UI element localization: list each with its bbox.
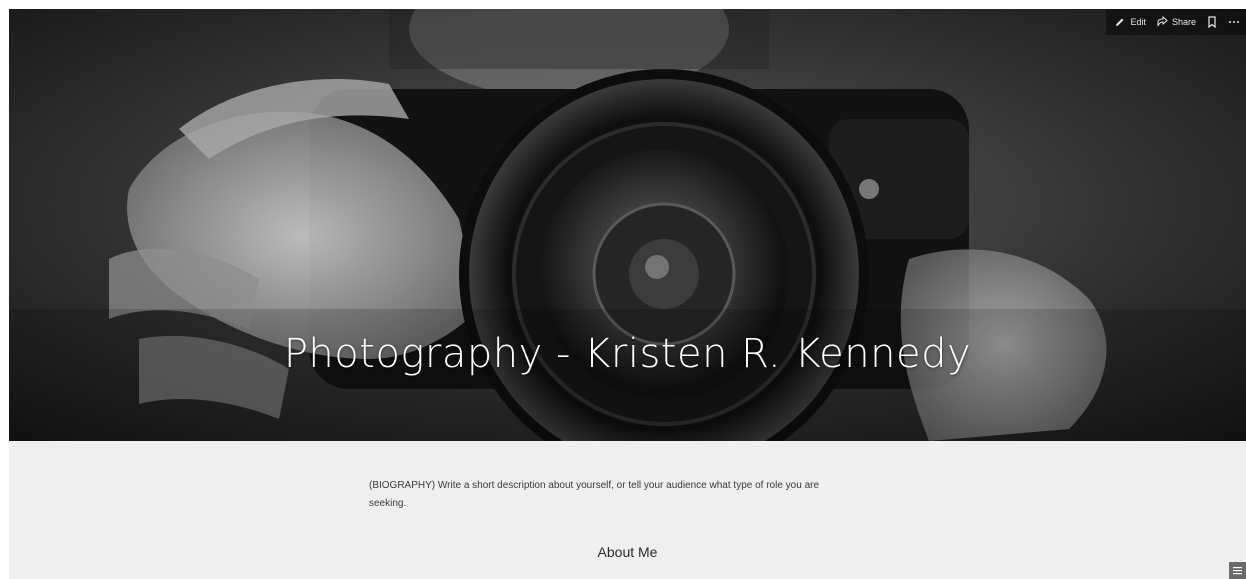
edit-button[interactable]: Edit [1114, 16, 1146, 28]
save-button[interactable] [1206, 16, 1218, 28]
bookmark-icon [1206, 16, 1218, 28]
pencil-icon [1114, 16, 1126, 28]
more-options-button[interactable] [1228, 16, 1240, 28]
hero-title: Photography - Kristen R. Kennedy [283, 331, 972, 377]
edit-label: Edit [1130, 17, 1146, 27]
about-me-heading: About Me [597, 544, 658, 560]
hero-banner: Photography - Kristen R. Kennedy Edit Sh… [9, 9, 1246, 441]
content-section: (BIOGRAPHY) Write a short description ab… [9, 441, 1246, 579]
share-button[interactable]: Share [1156, 16, 1196, 28]
page: Photography - Kristen R. Kennedy Edit Sh… [0, 0, 1246, 579]
page-toolbar: Edit Share [1106, 9, 1246, 35]
more-horizontal-icon [1228, 16, 1240, 28]
share-icon [1156, 16, 1168, 28]
page-menu-button[interactable] [1229, 562, 1246, 579]
share-label: Share [1171, 17, 1196, 27]
biography-text: (BIOGRAPHY) Write a short description ab… [369, 480, 820, 509]
menu-lines-icon [1232, 565, 1243, 576]
